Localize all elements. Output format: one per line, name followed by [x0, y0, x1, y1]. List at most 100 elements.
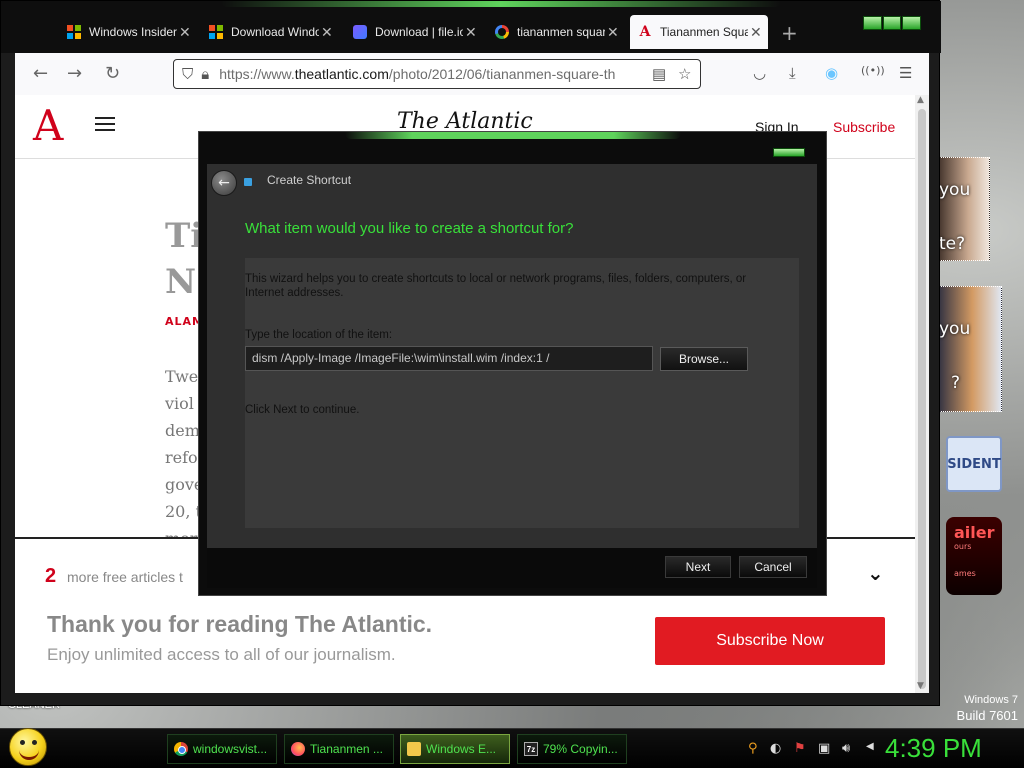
tab-bar: Windows Insider ✕ Download Windows ✕ Dow… — [1, 1, 941, 53]
cancel-button[interactable]: Cancel — [739, 556, 807, 578]
desktop-widget-card[interactable]: you te? — [936, 157, 990, 261]
os-build: Build 7601 — [956, 708, 1018, 723]
taskbar: windowsvist... Tiananmen ... Windows E..… — [0, 728, 1024, 768]
close-icon[interactable]: ✕ — [321, 24, 333, 41]
url-text: https://www.theatlantic.com/photo/2012/0… — [219, 66, 616, 82]
tab-download-windows[interactable]: Download Windows ✕ — [201, 15, 337, 49]
tab-windows-insider[interactable]: Windows Insider ✕ — [59, 15, 195, 49]
glow-accent — [221, 1, 781, 7]
tab-google-search[interactable]: tiananmen square ✕ — [487, 15, 623, 49]
atlantic-icon: A — [639, 24, 651, 40]
taskbar-item-chrome[interactable]: windowsvist... — [167, 734, 277, 764]
microsoft-icon — [209, 25, 223, 39]
bookmark-star-icon[interactable]: ☆ — [678, 65, 691, 83]
show-hidden-icons-icon[interactable]: ◀ — [866, 741, 874, 752]
close-icon[interactable]: ✕ — [179, 24, 191, 41]
hamburger-menu-icon[interactable] — [95, 117, 115, 131]
tab-label: Tiananmen Square — [660, 25, 748, 39]
download-icon[interactable]: ⤓ — [789, 64, 796, 82]
maximize-button[interactable] — [882, 16, 902, 30]
tab-label: Download Windows — [231, 25, 319, 39]
taskbar-item-explorer[interactable]: Windows E... — [400, 734, 510, 764]
pocket-icon[interactable]: ◡ — [753, 64, 766, 82]
chat-icon[interactable]: ◐ — [770, 741, 781, 756]
dialog-body: ← Create Shortcut What item would you li… — [207, 164, 817, 548]
new-tab-button[interactable]: + — [781, 21, 798, 45]
search-icon[interactable]: ⚲ — [748, 741, 758, 756]
location-input[interactable]: dism /Apply-Image /ImageFile:\wim\instal… — [245, 346, 653, 371]
dialog-footer: Next Cancel — [207, 548, 817, 588]
glow-accent — [345, 132, 681, 139]
shield-icon[interactable]: ⛉ — [182, 66, 193, 83]
page-scrollbar[interactable]: ▲ ▼ — [915, 95, 929, 693]
7zip-icon: 7z — [524, 742, 538, 756]
scroll-up-icon[interactable]: ▲ — [917, 95, 924, 105]
next-button[interactable]: Next — [665, 556, 731, 578]
dialog-title: Create Shortcut — [267, 173, 352, 187]
network-icon[interactable]: ▣ — [818, 741, 830, 756]
chevron-down-icon[interactable]: ⌄ — [867, 561, 884, 585]
tab-file-io[interactable]: Download | file.io ✕ — [345, 15, 481, 49]
location-label: Type the location of the item: — [245, 329, 393, 341]
widget-text: te? — [939, 234, 966, 254]
subscribe-link[interactable]: Subscribe — [833, 119, 895, 135]
dialog-description: This wizard helps you to create shortcut… — [245, 273, 747, 299]
file-io-icon — [353, 25, 367, 39]
windows-watermark: Windows 7 Build 7601 — [957, 692, 1018, 724]
taskbar-clock[interactable]: 4:39 PM — [885, 733, 982, 764]
reload-icon[interactable]: ↻ — [105, 63, 120, 84]
atlantic-logo[interactable]: A — [33, 101, 63, 150]
close-window-button[interactable] — [902, 16, 922, 30]
navigation-bar: ← → ↻ ⛉ 🔒︎ https://www.theatlantic.com/p… — [15, 53, 929, 95]
taskbar-item-7zip[interactable]: 7z 79% Copyin... — [517, 734, 627, 764]
close-icon[interactable]: ✕ — [750, 24, 762, 41]
back-arrow-icon[interactable]: ← — [33, 63, 48, 84]
trailer-subtext: ours — [954, 542, 972, 551]
desktop-trailer-widget[interactable]: ailer ours ames — [946, 517, 1002, 595]
subscribe-now-button[interactable]: Subscribe Now — [655, 617, 885, 665]
tab-tiananmen-square[interactable]: A Tiananmen Square ✕ — [630, 15, 768, 49]
taskbar-item-label: 79% Copyin... — [543, 742, 618, 756]
dialog-close-button[interactable] — [773, 148, 805, 157]
taskbar-item-firefox[interactable]: Tiananmen ... — [284, 734, 394, 764]
window-controls — [863, 16, 922, 30]
scroll-down-icon[interactable]: ▼ — [917, 681, 924, 691]
extension-icon[interactable]: ((•)) — [861, 64, 885, 77]
minimize-button[interactable] — [863, 16, 882, 30]
widget-text: you — [939, 319, 971, 339]
scrollbar-thumb[interactable] — [918, 109, 926, 689]
browse-button[interactable]: Browse... — [660, 347, 748, 371]
continue-hint: Click Next to continue. — [245, 404, 360, 416]
firefox-icon — [291, 742, 305, 756]
google-icon — [495, 25, 509, 39]
address-bar[interactable]: ⛉ 🔒︎ https://www.theatlantic.com/photo/2… — [173, 59, 701, 89]
shortcut-icon — [244, 178, 252, 186]
start-button[interactable] — [9, 728, 47, 766]
taskbar-item-label: Tiananmen ... — [310, 742, 383, 756]
forward-arrow-icon[interactable]: → — [67, 63, 82, 84]
reader-view-icon[interactable]: ▤ — [652, 65, 666, 83]
extension-flag-icon[interactable]: ◉ — [825, 64, 838, 82]
create-shortcut-dialog: ← Create Shortcut What item would you li… — [198, 131, 827, 596]
tab-label: tiananmen square — [517, 25, 605, 39]
widget-text: you — [939, 180, 971, 200]
volume-icon[interactable]: 🔊︎ — [842, 741, 850, 756]
close-icon[interactable]: ✕ — [607, 24, 619, 41]
taskbar-item-label: Windows E... — [426, 742, 497, 756]
os-name: Windows 7 — [964, 694, 1018, 706]
trailer-subtext: ames — [954, 569, 976, 578]
widget-text: ? — [951, 373, 961, 393]
back-arrow-icon[interactable]: ← — [211, 170, 237, 196]
dialog-panel: This wizard helps you to create shortcut… — [245, 258, 799, 528]
microsoft-icon — [67, 25, 81, 39]
free-article-count: 2 — [45, 565, 57, 587]
desktop-badge-widget[interactable]: SIDENT — [946, 436, 1002, 492]
close-icon[interactable]: ✕ — [465, 24, 477, 41]
lock-icon[interactable]: 🔒︎ — [201, 66, 209, 83]
tab-label: Download | file.io — [375, 25, 463, 39]
tab-label: Windows Insider — [89, 25, 177, 39]
folder-icon — [407, 742, 421, 756]
menu-icon[interactable]: ☰ — [899, 64, 912, 82]
action-center-flag-icon[interactable]: ⚑ — [794, 741, 806, 756]
desktop-widget-card[interactable]: you ? — [936, 286, 1002, 412]
